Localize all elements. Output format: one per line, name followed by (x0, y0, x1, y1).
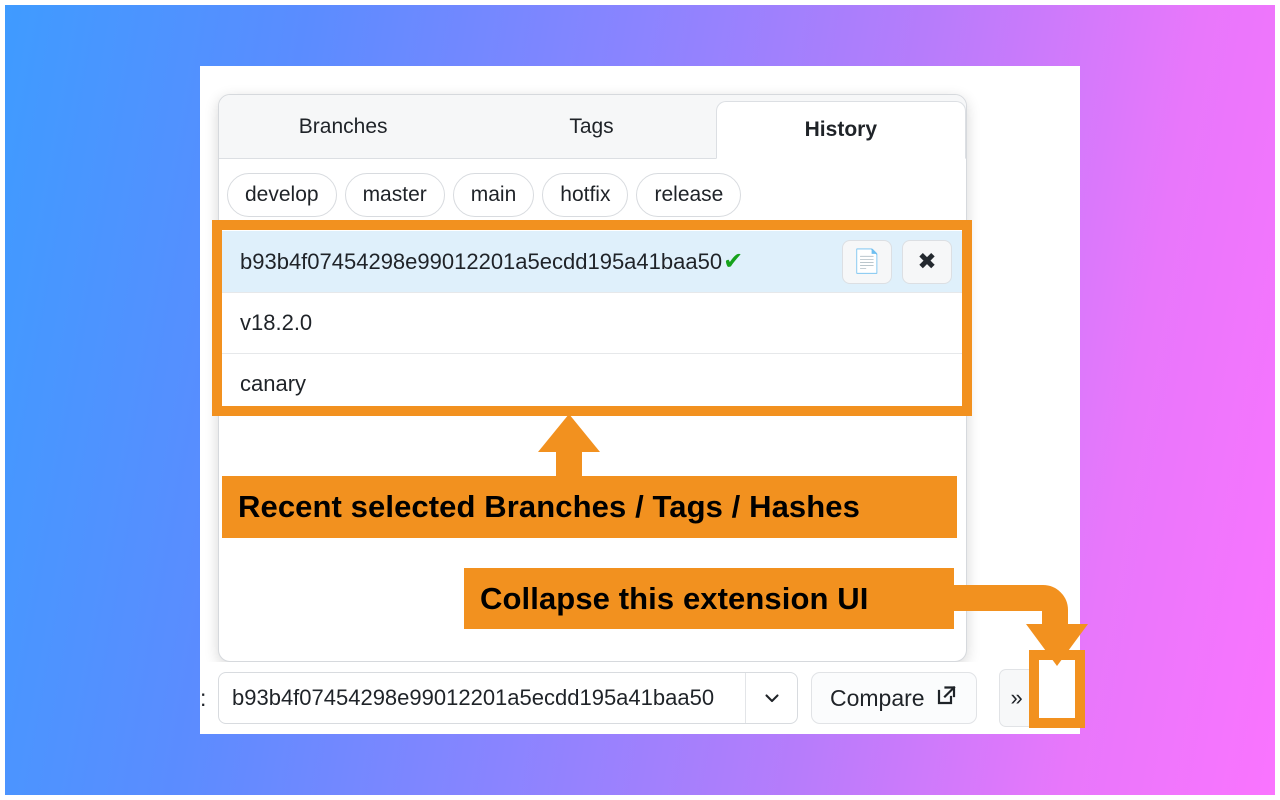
annotation-banner-collapse: Collapse this extension UI (464, 568, 954, 629)
chip-develop[interactable]: develop (227, 173, 337, 217)
bottom-toolbar: : b93b4f07454298e99012201a5ecdd195a41baa… (200, 662, 1080, 734)
annotation-banner-collapse-text: Collapse this extension UI (480, 580, 869, 616)
close-icon[interactable]: ✖ (902, 239, 952, 284)
compare-button-label: Compare (830, 684, 925, 711)
copy-icon[interactable]: 📄 (842, 239, 892, 284)
hash-input[interactable]: b93b4f07454298e99012201a5ecdd195a41baa50 (219, 685, 745, 711)
hash-input-group: b93b4f07454298e99012201a5ecdd195a41baa50 (218, 672, 798, 724)
annotation-banner-recent: Recent selected Branches / Tags / Hashes (222, 476, 957, 538)
chip-master-label: master (362, 183, 427, 206)
recent-item-tag[interactable]: v18.2.0 (219, 292, 966, 353)
compare-button[interactable]: Compare (811, 672, 977, 724)
tab-tags-label: Tags (569, 114, 614, 138)
recent-item-hash[interactable]: b93b4f07454298e99012201a5ecdd195a41baa50… (219, 231, 966, 292)
chip-hotfix-label: hotfix (560, 183, 611, 206)
tab-branches-label: Branches (298, 114, 388, 138)
recent-item-hash-label: b93b4f07454298e99012201a5ecdd195a41baa50 (240, 248, 723, 274)
quick-chip-row: develop master main hotfix release (219, 159, 966, 231)
recent-item-branch-label: canary (240, 371, 307, 396)
screenshot-root: Branches Tags History develop master mai… (0, 0, 1280, 800)
annotation-banner-recent-text: Recent selected Branches / Tags / Hashes (238, 489, 860, 524)
chip-release-label: release (654, 183, 724, 206)
double-chevron-right-icon: » (1010, 685, 1023, 710)
recent-item-branch[interactable]: canary (219, 353, 966, 414)
tab-tags[interactable]: Tags (467, 95, 715, 158)
tab-strip: Branches Tags History (219, 95, 966, 159)
chip-main[interactable]: main (452, 173, 535, 217)
external-link-icon (934, 683, 958, 713)
tab-branches[interactable]: Branches (219, 95, 467, 158)
recent-selection-list: b93b4f07454298e99012201a5ecdd195a41baa50… (219, 231, 966, 414)
tab-history-label: History (804, 118, 877, 141)
chip-hotfix[interactable]: hotfix (542, 173, 629, 217)
check-icon: ✔ (723, 248, 744, 275)
chip-main-label: main (470, 183, 517, 206)
tab-history[interactable]: History (715, 101, 966, 159)
collapse-panel-button[interactable]: » (998, 669, 1035, 727)
chip-develop-label: develop (245, 183, 319, 206)
bottom-prefix-label: : (200, 684, 207, 711)
recent-item-tag-label: v18.2.0 (240, 310, 313, 335)
chevron-down-icon[interactable] (745, 673, 797, 723)
chip-release[interactable]: release (636, 173, 742, 217)
chip-master[interactable]: master (344, 173, 445, 217)
